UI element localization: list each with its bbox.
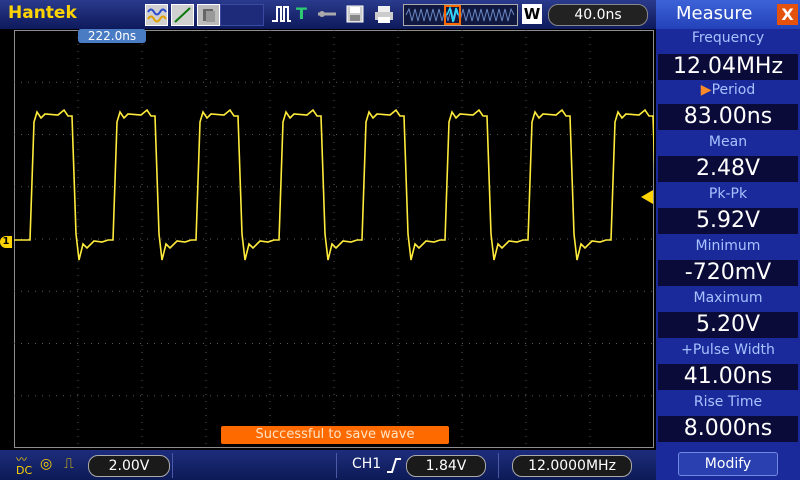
graticule [14, 30, 654, 448]
separator [172, 453, 173, 478]
measure-label-rise-time[interactable]: Rise Time [656, 394, 800, 410]
dc-coupling-icon[interactable]: 〰 DC [16, 454, 32, 476]
measure-value-frequency: 12.04MHz [658, 54, 798, 80]
measure-label-minimum[interactable]: Minimum [656, 238, 800, 254]
separator [336, 453, 337, 478]
rising-edge-icon[interactable] [386, 456, 402, 478]
arrow-link-icon[interactable] [316, 4, 340, 28]
separator [498, 453, 499, 478]
memory-overview[interactable] [403, 4, 518, 26]
status-message: Successful to save wave [221, 426, 449, 444]
trigger-t-icon[interactable]: T [296, 4, 307, 23]
trigger-frequency-readout: 12.0000MHz [512, 455, 632, 477]
measure-label-maximum[interactable]: Maximum [656, 290, 800, 306]
measure-label-period: Period [711, 82, 756, 98]
measure-panel: Measure X Frequency 12.04MHz ▶Period 83.… [656, 0, 800, 480]
channel-1-trace [14, 108, 654, 261]
persist-icon[interactable] [197, 4, 220, 26]
trigger-position-tag[interactable]: 222.0ns [78, 29, 146, 43]
panel-title: Measure [676, 3, 753, 24]
memory-badge: W [522, 4, 542, 24]
brand-logo: Hantek [8, 3, 77, 23]
close-button[interactable]: X [777, 4, 798, 25]
display-box[interactable] [220, 4, 264, 26]
measure-value-period: 83.00ns [658, 104, 798, 130]
save-disk-icon[interactable] [345, 4, 365, 28]
measure-value-minimum: -720mV [658, 260, 798, 286]
measure-label-mean[interactable]: Mean [656, 134, 800, 150]
measure-value-maximum: 5.20V [658, 312, 798, 338]
probe-icon[interactable]: ◎ [40, 456, 52, 472]
modify-button[interactable]: Modify [678, 452, 778, 476]
measure-label-pulse-width[interactable]: +Pulse Width [656, 342, 800, 358]
panel-header: Measure X [656, 0, 800, 29]
bandwidth-icon[interactable]: ⎍ [64, 456, 74, 472]
bottom-status-bar: 〰 DC ◎ ⎍ 2.00V CH1 1.84V 12.0000MHz [0, 450, 656, 480]
top-toolbar: Hantek T W 40.0ns [0, 0, 656, 29]
wave-mode-icon[interactable] [145, 4, 168, 26]
trigger-level-readout[interactable]: 1.84V [406, 455, 486, 477]
measure-label-pkpk[interactable]: Pk-Pk [656, 186, 800, 202]
pulse-trigger-icon[interactable] [270, 4, 292, 28]
selected-arrow-icon: ▶ [700, 82, 712, 98]
measure-value-rise-time: 8.000ns [658, 416, 798, 442]
measure-value-pulse-width: 41.00ns [658, 364, 798, 390]
measure-value-mean: 2.48V [658, 156, 798, 182]
measure-value-pkpk: 5.92V [658, 208, 798, 234]
measure-label-period-row[interactable]: ▶Period [656, 82, 800, 98]
trigger-channel: CH1 [352, 456, 382, 472]
waveform-canvas [14, 30, 654, 448]
channel-1-marker[interactable]: 1 [0, 236, 12, 248]
ramp-icon[interactable] [171, 4, 194, 26]
measure-label-frequency[interactable]: Frequency [656, 30, 800, 46]
print-icon[interactable] [373, 4, 395, 28]
timebase-display[interactable]: 40.0ns [548, 4, 648, 26]
trigger-level-marker[interactable] [641, 190, 653, 204]
volts-div-readout[interactable]: 2.00V [88, 455, 170, 477]
